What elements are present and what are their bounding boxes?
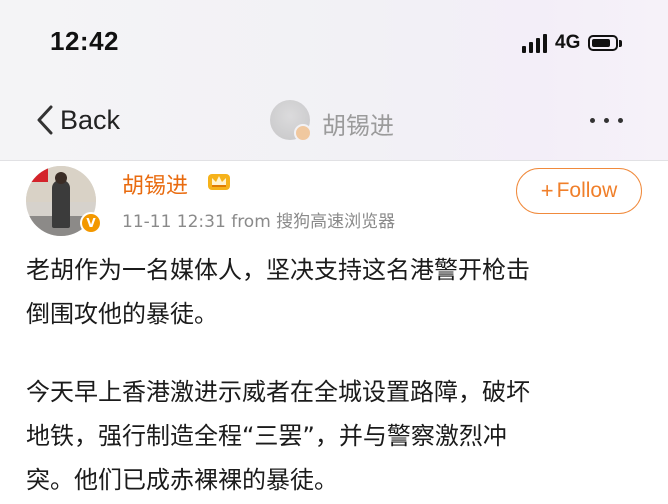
more-dots-icon[interactable]: [590, 118, 623, 123]
nav-avatar: [270, 100, 312, 142]
network-type: 4G: [555, 32, 581, 53]
post-source: from 搜狗高速浏览器: [231, 212, 396, 232]
follow-button[interactable]: + Follow: [516, 168, 642, 214]
follow-label: Follow: [556, 179, 618, 202]
plus-icon: +: [540, 178, 554, 203]
top-bar: 12:42 4G Back 胡锡进: [0, 0, 668, 161]
battery-icon: [588, 35, 623, 51]
post-timestamp: 11-11 12:31: [122, 212, 226, 232]
verified-v-icon: V: [80, 212, 102, 234]
signal-icon: [522, 33, 547, 53]
battery-level: [592, 39, 611, 47]
status-time: 12:42: [50, 26, 119, 56]
back-label: Back: [60, 104, 121, 135]
post-meta: 11-11 12:31 from 搜狗高速浏览器: [122, 207, 395, 232]
author-name[interactable]: 胡锡进: [122, 168, 188, 200]
post-paragraph-2: 今天早上香港激进示威者在全城设置路障，破坏 地铁，强行制造全程“三罢”，并与警察…: [26, 378, 530, 494]
nav-title: 胡锡进: [322, 112, 394, 140]
back-button[interactable]: Back: [36, 104, 120, 136]
status-indicators: 4G: [522, 32, 623, 54]
post-paragraph-1: 老胡作为一名媒体人，坚决支持这名港警开枪击 倒围攻他的暴徒。: [26, 256, 530, 328]
chevron-left-icon: [37, 105, 53, 135]
member-crown-icon[interactable]: [206, 170, 232, 192]
